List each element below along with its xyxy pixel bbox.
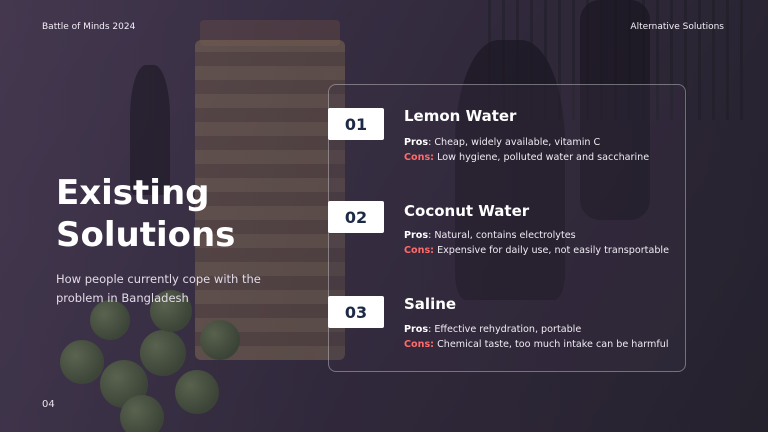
solution-item: 03 Saline Pros: Effective rehydration, p… <box>328 295 688 356</box>
solution-title: Lemon Water <box>404 107 517 125</box>
solution-item: 01 Lemon Water Pros: Cheap, widely avail… <box>328 107 688 168</box>
pros-label: Pros <box>404 324 429 335</box>
cons-text: Expensive for daily use, not easily tran… <box>434 245 669 256</box>
solution-title: Coconut Water <box>404 202 530 220</box>
pros-label: Pros <box>404 137 429 148</box>
solution-pros: Pros: Cheap, widely available, vitamin C <box>404 137 600 148</box>
solution-title: Saline <box>404 295 457 313</box>
title-line-1: Existing <box>56 173 210 213</box>
cons-label: Cons: <box>404 245 435 256</box>
pros-text: : Natural, contains electrolytes <box>428 230 576 241</box>
solution-pros: Pros: Natural, contains electrolytes <box>404 230 576 241</box>
solution-number: 03 <box>328 296 384 328</box>
cons-label: Cons: <box>404 339 435 350</box>
cons-text: Low hygiene, polluted water and sacchari… <box>434 152 650 163</box>
solution-number: 02 <box>328 201 384 233</box>
slide: Battle of Minds 2024 Alternative Solutio… <box>0 0 768 432</box>
page-number: 04 <box>42 399 55 410</box>
pros-label: Pros <box>404 230 429 241</box>
page-subtitle: How people currently cope with the probl… <box>56 272 261 305</box>
cons-label: Cons: <box>404 152 435 163</box>
section-name: Alternative Solutions <box>630 22 724 32</box>
title-block: Existing Solutions How people currently … <box>56 172 296 308</box>
event-name: Battle of Minds 2024 <box>42 22 136 32</box>
pros-text: : Cheap, widely available, vitamin C <box>428 137 601 148</box>
solution-item: 02 Coconut Water Pros: Natural, contains… <box>328 201 688 261</box>
solution-pros: Pros: Effective rehydration, portable <box>404 324 581 335</box>
solution-cons: Cons: Chemical taste, too much intake ca… <box>404 339 669 350</box>
solution-cons: Cons: Low hygiene, polluted water and sa… <box>404 152 649 163</box>
page-title: Existing Solutions <box>56 172 296 256</box>
pros-text: : Effective rehydration, portable <box>428 324 582 335</box>
solution-cons: Cons: Expensive for daily use, not easil… <box>404 245 669 256</box>
title-line-2: Solutions <box>56 215 236 255</box>
cons-text: Chemical taste, too much intake can be h… <box>434 339 669 350</box>
solution-number: 01 <box>328 108 384 140</box>
